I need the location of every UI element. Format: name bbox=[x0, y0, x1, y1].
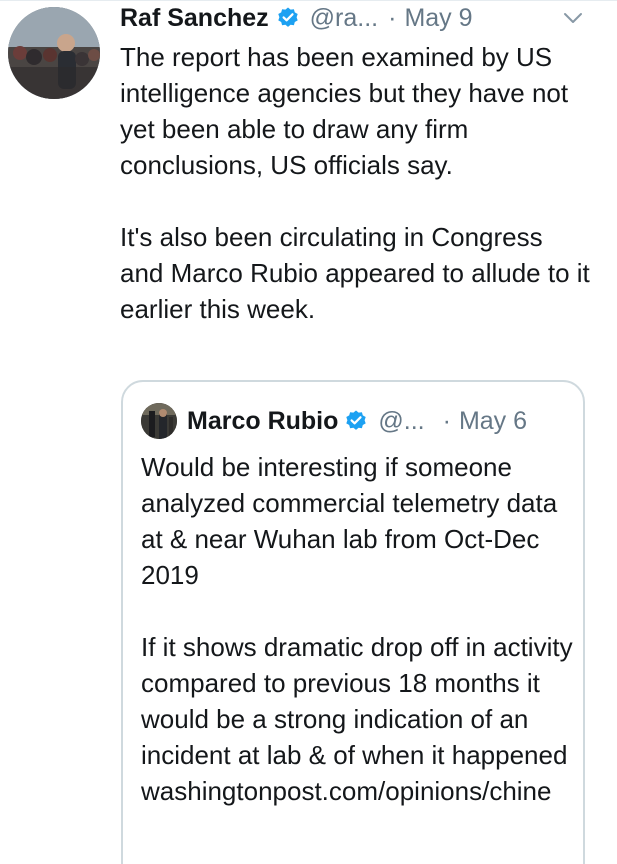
quoted-tweet-date: May 6 bbox=[458, 406, 528, 435]
tweet-date[interactable]: May 9 bbox=[404, 4, 472, 33]
tweet-text: The report has been examined by US intel… bbox=[120, 39, 590, 327]
author-name[interactable]: Raf Sanchez bbox=[120, 4, 269, 33]
quoted-tweet-paragraph: If it shows dramatic drop off in activit… bbox=[141, 632, 573, 806]
tweet-header: Raf Sanchez @ra... · May 9 bbox=[120, 0, 473, 36]
quoted-tweet-text: Would be interesting if someone analyzed… bbox=[141, 449, 576, 809]
quoted-author-handle: @... bbox=[378, 406, 425, 435]
quoted-avatar-photo bbox=[141, 403, 177, 439]
tweet-paragraph: It's also been circulating in Congress a… bbox=[120, 222, 590, 324]
separator-dot: · bbox=[442, 406, 451, 435]
verified-badge-icon bbox=[344, 409, 368, 433]
quoted-tweet-paragraph: Would be interesting if someone analyzed… bbox=[141, 452, 558, 590]
quoted-author-name: Marco Rubio bbox=[187, 406, 339, 435]
quoted-tweet-card[interactable]: Marco Rubio @... · May 6 Would be intere… bbox=[121, 380, 585, 864]
author-avatar-photo bbox=[8, 7, 100, 99]
author-avatar[interactable] bbox=[8, 7, 100, 99]
quoted-tweet-header: Marco Rubio @... · May 6 bbox=[187, 402, 527, 440]
tweet[interactable]: Raf Sanchez @ra... · May 9 The report ha… bbox=[0, 0, 617, 864]
quoted-author-avatar bbox=[141, 403, 177, 439]
tweet-paragraph: The report has been examined by US intel… bbox=[120, 42, 569, 180]
chevron-down-icon[interactable] bbox=[561, 6, 585, 30]
separator-dot: · bbox=[388, 3, 397, 32]
verified-badge-icon bbox=[276, 6, 300, 30]
author-handle[interactable]: @ra... bbox=[310, 4, 378, 33]
